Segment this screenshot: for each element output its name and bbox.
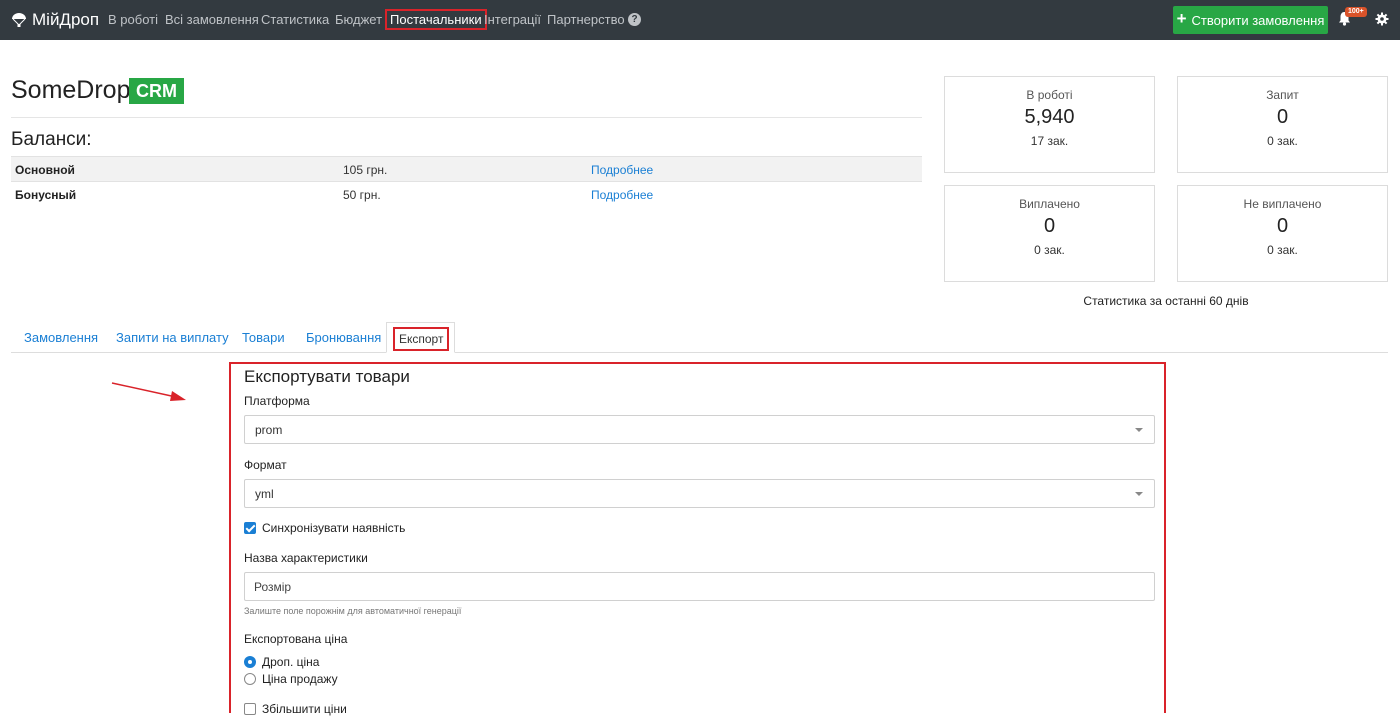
balance-details-link[interactable]: Подробнее <box>591 163 653 177</box>
price-option-drop[interactable]: Дроп. ціна <box>244 655 319 669</box>
increase-prices-label: Збільшити ціни <box>262 702 347 716</box>
nav-suppliers[interactable]: Постачальники <box>385 9 487 30</box>
brand-name: МійДроп <box>32 10 100 29</box>
stat-value: 0 <box>1043 215 1056 237</box>
stat-orders: 17 зак. <box>1030 134 1069 148</box>
tab-orders[interactable]: Замовлення <box>24 330 98 345</box>
export-price-label: Експортована ціна <box>244 632 348 646</box>
sync-stock-label: Синхронізувати наявність <box>262 521 406 535</box>
notification-badge: 100+ <box>1345 7 1367 17</box>
stat-card-paid: Виплачено 0 0 зак. <box>944 185 1155 282</box>
tab-reservations[interactable]: Бронювання <box>306 330 381 345</box>
caret-down-icon <box>1135 428 1143 432</box>
stat-value: 5,940 <box>1024 106 1075 128</box>
attribute-name-label: Назва характеристики <box>244 551 368 565</box>
attribute-name-hint: Залиште поле порожнім для автоматичної г… <box>244 606 462 616</box>
company-title: SomeDrop <box>11 76 131 104</box>
stat-value: 0 <box>1276 215 1289 237</box>
platform-label: Платформа <box>244 394 310 408</box>
balances-heading: Баланси: <box>11 129 92 150</box>
balance-row: Бонусный 50 грн. Подробнее <box>11 181 922 206</box>
stat-value: 0 <box>1276 106 1289 128</box>
plus-icon: + <box>1176 9 1187 28</box>
header-divider <box>11 117 922 118</box>
stat-card-in-work: В роботі 5,940 17 зак. <box>944 76 1155 173</box>
create-order-button[interactable]: + Створити замовлення <box>1173 6 1328 34</box>
nav-in-work[interactable]: В роботі <box>108 12 158 27</box>
crm-badge: CRM <box>129 78 184 104</box>
caret-down-icon <box>1135 492 1143 496</box>
brand-logo[interactable]: МійДроп <box>11 9 99 31</box>
increase-prices-checkbox[interactable] <box>244 703 256 715</box>
stat-label: Запит <box>1266 88 1299 102</box>
balance-amount: 50 грн. <box>343 188 381 202</box>
stat-label: В роботі <box>1026 88 1073 102</box>
sync-stock-row[interactable]: Синхронізувати наявність <box>244 521 405 535</box>
tabs-divider <box>11 352 1388 353</box>
help-icon[interactable]: ? <box>628 13 641 26</box>
nav-partnership[interactable]: Партнерство <box>547 12 625 27</box>
format-value: yml <box>255 487 274 501</box>
parachute-icon <box>12 13 26 27</box>
tab-export[interactable]: Експорт <box>386 322 455 353</box>
attribute-name-value: Розмір <box>254 580 292 594</box>
gear-icon[interactable] <box>1375 12 1389 26</box>
top-navbar: МійДроп В роботі Всі замовлення Статисти… <box>0 0 1400 40</box>
tab-payout-requests[interactable]: Запити на виплату <box>116 330 229 345</box>
sync-stock-checkbox[interactable] <box>244 522 256 534</box>
nav-integrations[interactable]: Інтеграції <box>484 12 541 27</box>
balance-name: Основной <box>15 163 75 177</box>
stat-orders: 0 зак. <box>1267 134 1298 148</box>
balance-amount: 105 грн. <box>343 163 388 177</box>
platform-select[interactable]: prom <box>244 415 1155 444</box>
increase-prices-row[interactable]: Збільшити ціни <box>244 702 347 716</box>
stat-label: Виплачено <box>1019 197 1080 211</box>
stat-card-unpaid: Не виплачено 0 0 зак. <box>1177 185 1388 282</box>
stat-orders: 0 зак. <box>1034 243 1065 257</box>
stat-orders: 0 зак. <box>1267 243 1298 257</box>
stats-caption: Статистика за останні 60 днів <box>1083 294 1249 308</box>
balance-row: Основной 105 грн. Подробнее <box>11 156 922 181</box>
tab-export-label: Експорт <box>393 327 450 351</box>
stat-card-request: Запит 0 0 зак. <box>1177 76 1388 173</box>
nav-all-orders[interactable]: Всі замовлення <box>165 12 259 27</box>
price-option-sale[interactable]: Ціна продажу <box>244 672 338 686</box>
export-title: Експортувати товари <box>244 367 410 386</box>
nav-statistics[interactable]: Статистика <box>261 12 329 27</box>
drop-price-label: Дроп. ціна <box>262 655 320 669</box>
create-order-label: Створити замовлення <box>1191 12 1325 28</box>
sale-price-label: Ціна продажу <box>262 672 338 686</box>
drop-price-radio[interactable] <box>244 656 256 668</box>
format-label: Формат <box>244 458 287 472</box>
attribute-name-input[interactable]: Розмір <box>244 572 1155 601</box>
annotation-arrow-icon <box>111 382 186 401</box>
tab-products[interactable]: Товари <box>242 330 285 345</box>
stat-label: Не виплачено <box>1243 197 1322 211</box>
sale-price-radio[interactable] <box>244 673 256 685</box>
format-select[interactable]: yml <box>244 479 1155 508</box>
platform-value: prom <box>255 423 283 437</box>
balance-details-link[interactable]: Подробнее <box>591 188 653 202</box>
nav-budget[interactable]: Бюджет <box>335 12 382 27</box>
balance-name: Бонусный <box>15 188 77 202</box>
